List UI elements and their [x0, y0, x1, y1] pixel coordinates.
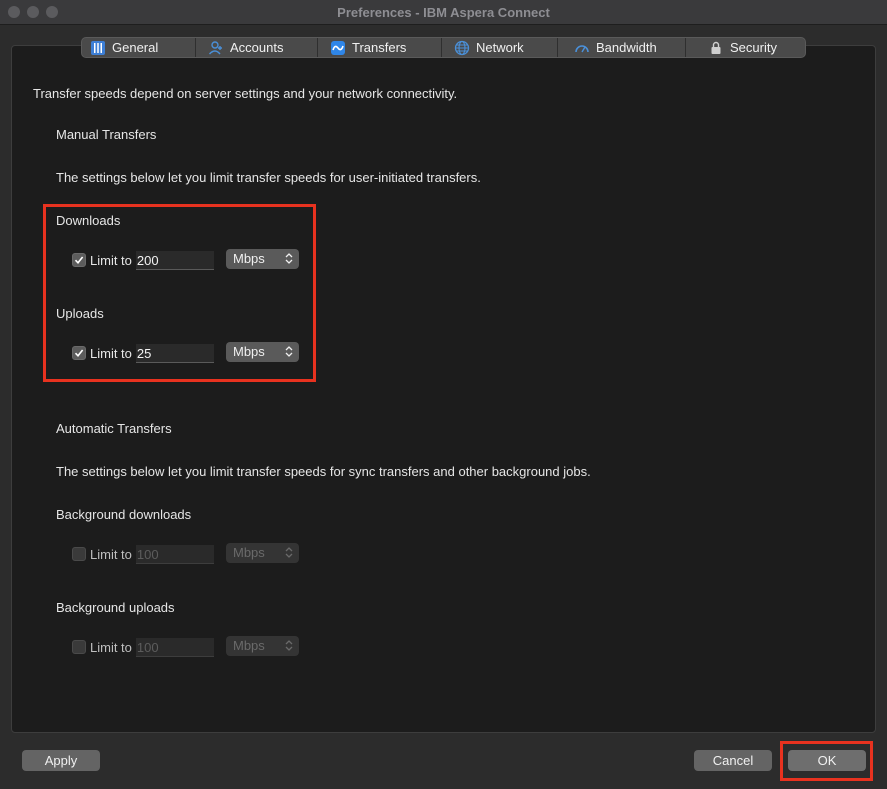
downloads-limit-label: Limit to [90, 252, 132, 268]
uploads-limit-label: Limit to [90, 345, 132, 361]
window-title: Preferences - IBM Aspera Connect [337, 5, 550, 20]
apply-button[interactable]: Apply [22, 750, 100, 771]
downloads-limit-row: Limit to 200 [72, 250, 214, 270]
background-downloads-unit-value: Mbps [233, 545, 265, 560]
background-downloads-limit-input[interactable]: 100 [135, 544, 214, 564]
tab-network[interactable]: Network [442, 38, 558, 57]
stepper-arrows-icon [285, 253, 293, 264]
tab-security-label: Security [730, 40, 777, 55]
background-uploads-limit-label: Limit to [90, 639, 132, 655]
transfers-icon [330, 40, 346, 56]
uploads-unit-value: Mbps [233, 344, 265, 359]
background-downloads-limit-row: Limit to 100 [72, 544, 214, 564]
checkmark-icon [74, 349, 84, 358]
background-downloads-limit-checkbox[interactable] [72, 547, 86, 561]
background-uploads-limit-checkbox[interactable] [72, 640, 86, 654]
downloads-label: Downloads [56, 213, 121, 228]
uploads-limit-row: Limit to 25 [72, 343, 214, 363]
lock-icon [708, 40, 724, 56]
background-uploads-limit-row: Limit to 100 [72, 637, 214, 657]
globe-icon [454, 40, 470, 56]
manual-transfers-heading: Manual Transfers [56, 127, 157, 142]
uploads-label: Uploads [56, 306, 104, 321]
preferences-tab-bar: General Accounts Transfers Network Bandw… [81, 37, 806, 58]
tab-general-label: General [112, 40, 159, 55]
downloads-limit-input[interactable]: 200 [135, 250, 214, 270]
downloads-unit-value: Mbps [233, 251, 265, 266]
tab-accounts-label: Accounts [230, 40, 284, 55]
background-downloads-unit-select[interactable]: Mbps [226, 543, 299, 563]
background-uploads-label: Background uploads [56, 600, 175, 615]
stepper-arrows-icon [285, 547, 293, 558]
manual-transfers-description: The settings below let you limit transfe… [56, 170, 481, 185]
general-icon [90, 40, 106, 56]
background-downloads-limit-label: Limit to [90, 546, 132, 562]
content-panel [11, 45, 876, 733]
gauge-icon [574, 40, 590, 56]
checkmark-icon [74, 256, 84, 265]
cancel-button[interactable]: Cancel [694, 750, 772, 771]
downloads-limit-checkbox[interactable] [72, 253, 86, 267]
accounts-icon [208, 40, 224, 56]
ok-button[interactable]: OK [788, 750, 866, 771]
background-uploads-unit-select[interactable]: Mbps [226, 636, 299, 656]
tab-accounts[interactable]: Accounts [196, 38, 318, 57]
tab-bandwidth[interactable]: Bandwidth [558, 38, 686, 57]
uploads-limit-checkbox[interactable] [72, 346, 86, 360]
background-uploads-unit-value: Mbps [233, 638, 265, 653]
stepper-arrows-icon [285, 640, 293, 651]
tab-security[interactable]: Security [686, 38, 805, 57]
stepper-arrows-icon [285, 346, 293, 357]
background-uploads-limit-input[interactable]: 100 [135, 637, 214, 657]
background-downloads-label: Background downloads [56, 507, 192, 522]
uploads-unit-select[interactable]: Mbps [226, 342, 299, 362]
tab-bandwidth-label: Bandwidth [596, 40, 657, 55]
intro-text: Transfer speeds depend on server setting… [33, 86, 458, 101]
uploads-limit-input[interactable]: 25 [135, 343, 214, 363]
tab-network-label: Network [476, 40, 524, 55]
downloads-unit-select[interactable]: Mbps [226, 249, 299, 269]
tab-transfers[interactable]: Transfers [318, 38, 442, 57]
tab-general[interactable]: General [82, 38, 196, 57]
title-bar: Preferences - IBM Aspera Connect [0, 0, 887, 25]
tab-transfers-label: Transfers [352, 40, 407, 55]
automatic-transfers-heading: Automatic Transfers [56, 421, 172, 436]
automatic-transfers-description: The settings below let you limit transfe… [56, 464, 591, 479]
